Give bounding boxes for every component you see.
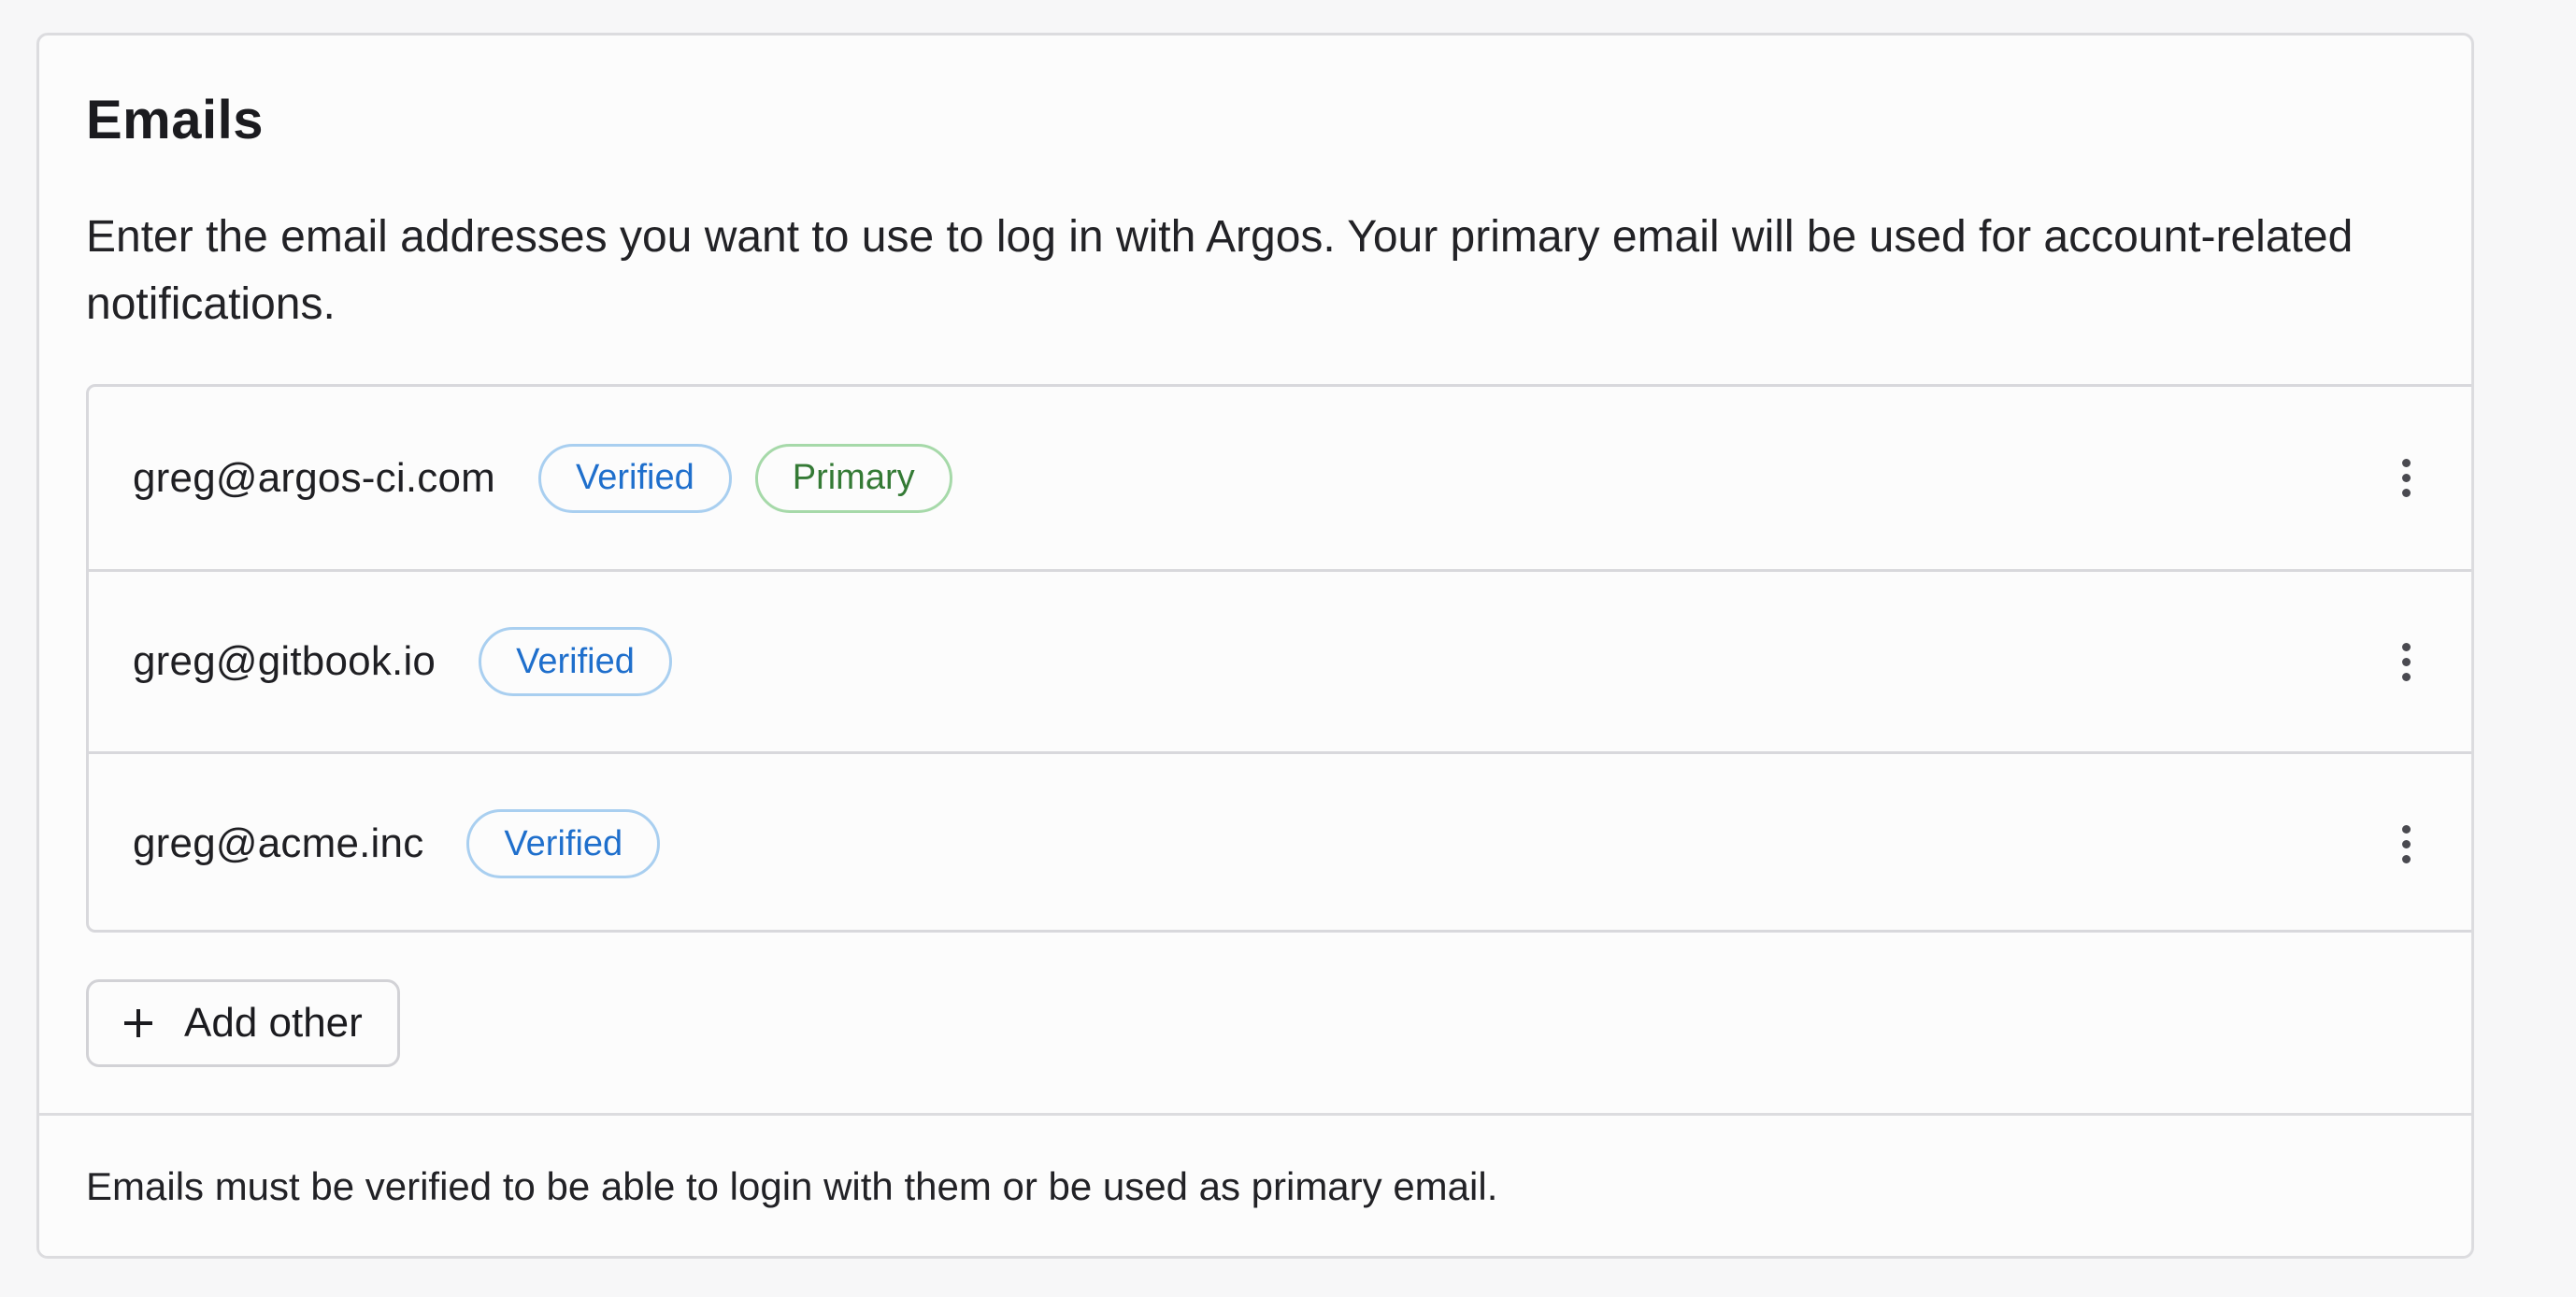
emails-card: Emails Enter the email addresses you wan… — [36, 33, 2474, 1259]
email-address: greg@gitbook.io — [133, 638, 436, 684]
email-row: greg@argos-ci.com Verified Primary — [89, 387, 2471, 569]
card-footer: Emails must be verified to be able to lo… — [39, 1113, 2471, 1256]
add-other-button[interactable]: Add other — [86, 979, 400, 1067]
add-other-label: Add other — [184, 1000, 363, 1046]
email-list: greg@argos-ci.com Verified Primary greg@… — [86, 384, 2471, 934]
primary-badge: Primary — [754, 443, 952, 513]
section-title: Emails — [86, 90, 264, 150]
email-address: greg@argos-ci.com — [133, 454, 495, 501]
section-description: Enter the email addresses you want to us… — [86, 212, 2354, 329]
more-vertical-icon[interactable] — [2387, 634, 2425, 690]
more-vertical-icon[interactable] — [2387, 816, 2425, 872]
email-address: greg@acme.inc — [133, 820, 424, 866]
verified-badge: Verified — [479, 627, 672, 696]
verified-badge: Verified — [537, 443, 732, 513]
email-row: greg@acme.inc Verified — [89, 751, 2471, 934]
more-vertical-icon[interactable] — [2387, 450, 2425, 506]
plus-icon — [124, 1009, 152, 1037]
email-row: greg@gitbook.io Verified — [89, 569, 2471, 751]
footer-note: Emails must be verified to be able to lo… — [86, 1164, 1498, 1208]
verified-badge: Verified — [466, 809, 661, 878]
